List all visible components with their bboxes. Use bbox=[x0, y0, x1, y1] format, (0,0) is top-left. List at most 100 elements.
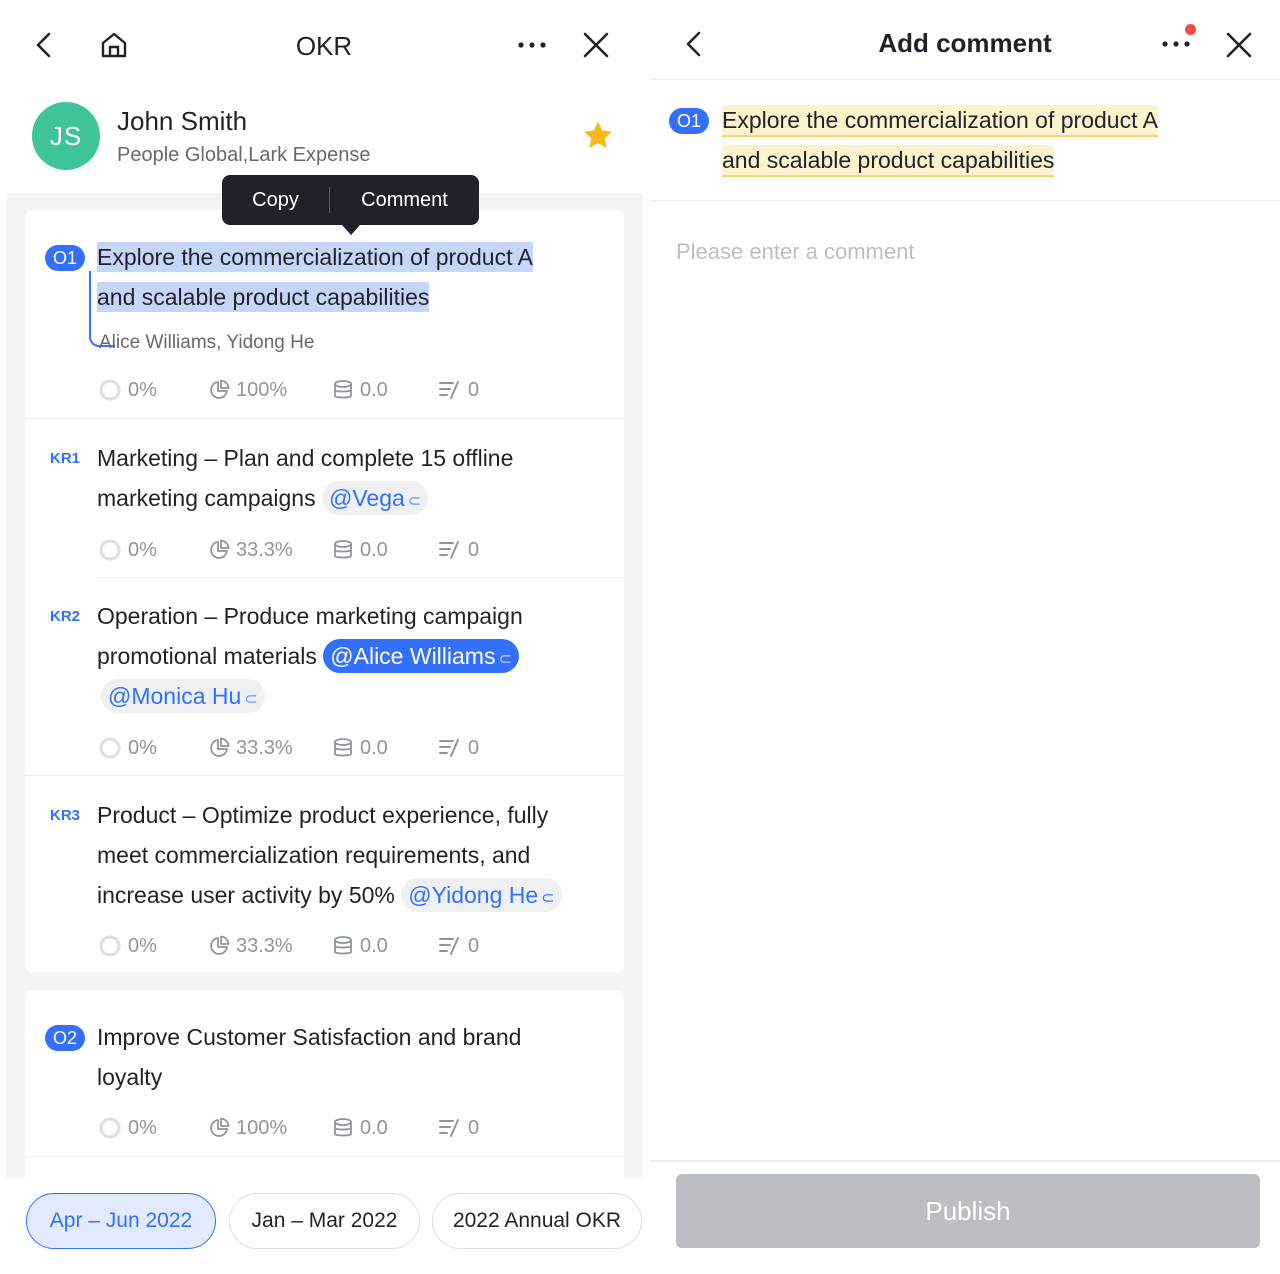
kr-title-line: marketing campaigns bbox=[97, 485, 316, 511]
comment-icon bbox=[439, 739, 459, 757]
progress-stat[interactable]: 0% bbox=[98, 735, 157, 761]
progress-stat[interactable]: 0% bbox=[98, 377, 157, 403]
weight-value: 33.3% bbox=[236, 736, 293, 759]
mention-name: @Monica Hu bbox=[108, 683, 242, 709]
notification-dot bbox=[1185, 24, 1196, 35]
comments-value: 0 bbox=[468, 736, 480, 759]
score-stat[interactable]: 0.0 bbox=[332, 1115, 388, 1141]
period-tab-annual-2022[interactable]: 2022 Annual OKR bbox=[432, 1193, 642, 1249]
database-icon bbox=[334, 380, 352, 399]
objective-card-o1: O1 Explore the commercialization of prod… bbox=[25, 210, 624, 973]
comments-stat[interactable]: 0 bbox=[438, 735, 479, 761]
kr-title-line: Product – Optimize product experience, f… bbox=[97, 802, 549, 828]
period-tab-apr-jun-2022[interactable]: Apr – Jun 2022 bbox=[26, 1193, 216, 1249]
objective-title[interactable]: Explore the commercialization of product… bbox=[97, 237, 533, 317]
score-stat[interactable]: 0.0 bbox=[332, 377, 388, 403]
divider bbox=[25, 775, 624, 776]
objective-stats: 0% 100% 0.0 0 bbox=[98, 1115, 598, 1141]
score-value: 0.0 bbox=[360, 538, 388, 561]
comment-icon bbox=[439, 937, 459, 955]
comments-stat[interactable]: 0 bbox=[438, 537, 479, 563]
weight-value: 100% bbox=[236, 378, 288, 401]
copy-button[interactable]: Copy bbox=[222, 175, 329, 225]
mention-chip[interactable]: @Monica Hu ⊂ bbox=[101, 679, 265, 713]
score-stat[interactable]: 0.0 bbox=[332, 537, 388, 563]
progress-value: 0% bbox=[128, 736, 157, 759]
pie-chart-icon bbox=[210, 1117, 230, 1137]
objective-title[interactable]: Improve Customer Satisfaction and brand … bbox=[97, 1017, 521, 1097]
kr-tag: KR3 bbox=[49, 806, 80, 824]
objective-owners[interactable]: Alice Williams, Yidong He bbox=[99, 332, 314, 354]
divider bbox=[97, 577, 622, 578]
publish-button[interactable]: Publish bbox=[676, 1174, 1260, 1248]
kr-title[interactable]: Product – Optimize product experience, f… bbox=[97, 795, 562, 915]
pie-chart-icon bbox=[210, 737, 230, 757]
kr-title[interactable]: Marketing – Plan and complete 15 offline… bbox=[97, 438, 513, 518]
more-icon[interactable] bbox=[510, 23, 554, 67]
objective-title-line: Improve Customer Satisfaction and brand bbox=[97, 1024, 522, 1050]
objective-title-line: loyalty bbox=[97, 1064, 163, 1090]
mention-name: @Yidong He bbox=[408, 882, 539, 908]
score-stat[interactable]: 0.0 bbox=[332, 735, 388, 761]
quoted-text-line: Explore the commercialization of product… bbox=[722, 105, 1158, 137]
objective-stats: 0% 100% 0.0 0 bbox=[98, 377, 598, 403]
comment-icon bbox=[439, 1119, 459, 1137]
comments-stat[interactable]: 0 bbox=[438, 377, 479, 403]
divider bbox=[25, 418, 624, 419]
user-department: People Global,Lark Expense bbox=[117, 144, 371, 166]
okr-header: OKR bbox=[0, 0, 645, 90]
score-value: 0.0 bbox=[360, 736, 388, 759]
mention-name: @Alice Williams bbox=[330, 643, 496, 669]
avatar[interactable]: JS bbox=[32, 102, 100, 170]
progress-ring-icon bbox=[99, 379, 121, 401]
objective-title-line: Explore the commercialization of product… bbox=[97, 242, 533, 272]
database-icon bbox=[334, 738, 352, 757]
kr-title-line: meet commercialization requirements, and bbox=[97, 842, 531, 868]
comment-button[interactable]: Comment bbox=[330, 175, 479, 225]
pie-chart-icon bbox=[210, 935, 230, 955]
weight-stat[interactable]: 33.3% bbox=[208, 537, 293, 563]
weight-stat[interactable]: 100% bbox=[208, 1115, 287, 1141]
kr-stats: 0% 33.3% 0.0 0 bbox=[98, 933, 598, 959]
kr-title-line: promotional materials bbox=[97, 643, 317, 669]
weight-stat[interactable]: 100% bbox=[208, 377, 287, 403]
progress-stat[interactable]: 0% bbox=[98, 1115, 157, 1141]
progress-stat[interactable]: 0% bbox=[98, 933, 157, 959]
star-icon[interactable] bbox=[582, 120, 614, 155]
close-icon[interactable] bbox=[574, 23, 618, 67]
comment-icon bbox=[439, 541, 459, 559]
user-name: John Smith bbox=[117, 106, 248, 136]
progress-ring-icon bbox=[99, 935, 121, 957]
comments-stat[interactable]: 0 bbox=[438, 933, 479, 959]
progress-stat[interactable]: 0% bbox=[98, 537, 157, 563]
divider bbox=[650, 200, 1280, 201]
selection-tooltip: Copy Comment bbox=[222, 175, 479, 235]
kr-title-line: increase user activity by 50% bbox=[97, 882, 395, 908]
pie-chart-icon bbox=[210, 539, 230, 559]
objective-tag: O1 bbox=[45, 245, 85, 271]
score-stat[interactable]: 0.0 bbox=[332, 933, 388, 959]
comments-value: 0 bbox=[468, 934, 480, 957]
progress-value: 0% bbox=[128, 538, 157, 561]
mention-chip[interactable]: @Vega ⊂ bbox=[322, 481, 429, 515]
comment-input[interactable] bbox=[676, 232, 1256, 272]
comments-value: 0 bbox=[468, 538, 480, 561]
comments-stat[interactable]: 0 bbox=[438, 1115, 479, 1141]
link-icon: ⊂ bbox=[244, 691, 258, 708]
add-comment-panel: Add comment O1 Explore the commercializa… bbox=[650, 0, 1280, 1274]
period-tab-jan-mar-2022[interactable]: Jan – Mar 2022 bbox=[229, 1193, 420, 1249]
score-value: 0.0 bbox=[360, 1116, 388, 1139]
progress-ring-icon bbox=[99, 539, 121, 561]
link-icon: ⊂ bbox=[498, 651, 512, 668]
progress-value: 0% bbox=[128, 378, 157, 401]
progress-ring-icon bbox=[99, 1117, 121, 1139]
okr-panel: OKR JS John Smith People Global,Lark Exp… bbox=[0, 0, 645, 1274]
weight-stat[interactable]: 33.3% bbox=[208, 933, 293, 959]
weight-stat[interactable]: 33.3% bbox=[208, 735, 293, 761]
close-icon[interactable] bbox=[1217, 23, 1261, 67]
mention-chip[interactable]: @Alice Williams ⊂ bbox=[323, 639, 519, 673]
kr-title[interactable]: Operation – Produce marketing campaign p… bbox=[97, 596, 523, 716]
progress-ring-icon bbox=[99, 737, 121, 759]
mention-chip[interactable]: @Yidong He ⊂ bbox=[401, 878, 562, 912]
comments-value: 0 bbox=[468, 378, 480, 401]
